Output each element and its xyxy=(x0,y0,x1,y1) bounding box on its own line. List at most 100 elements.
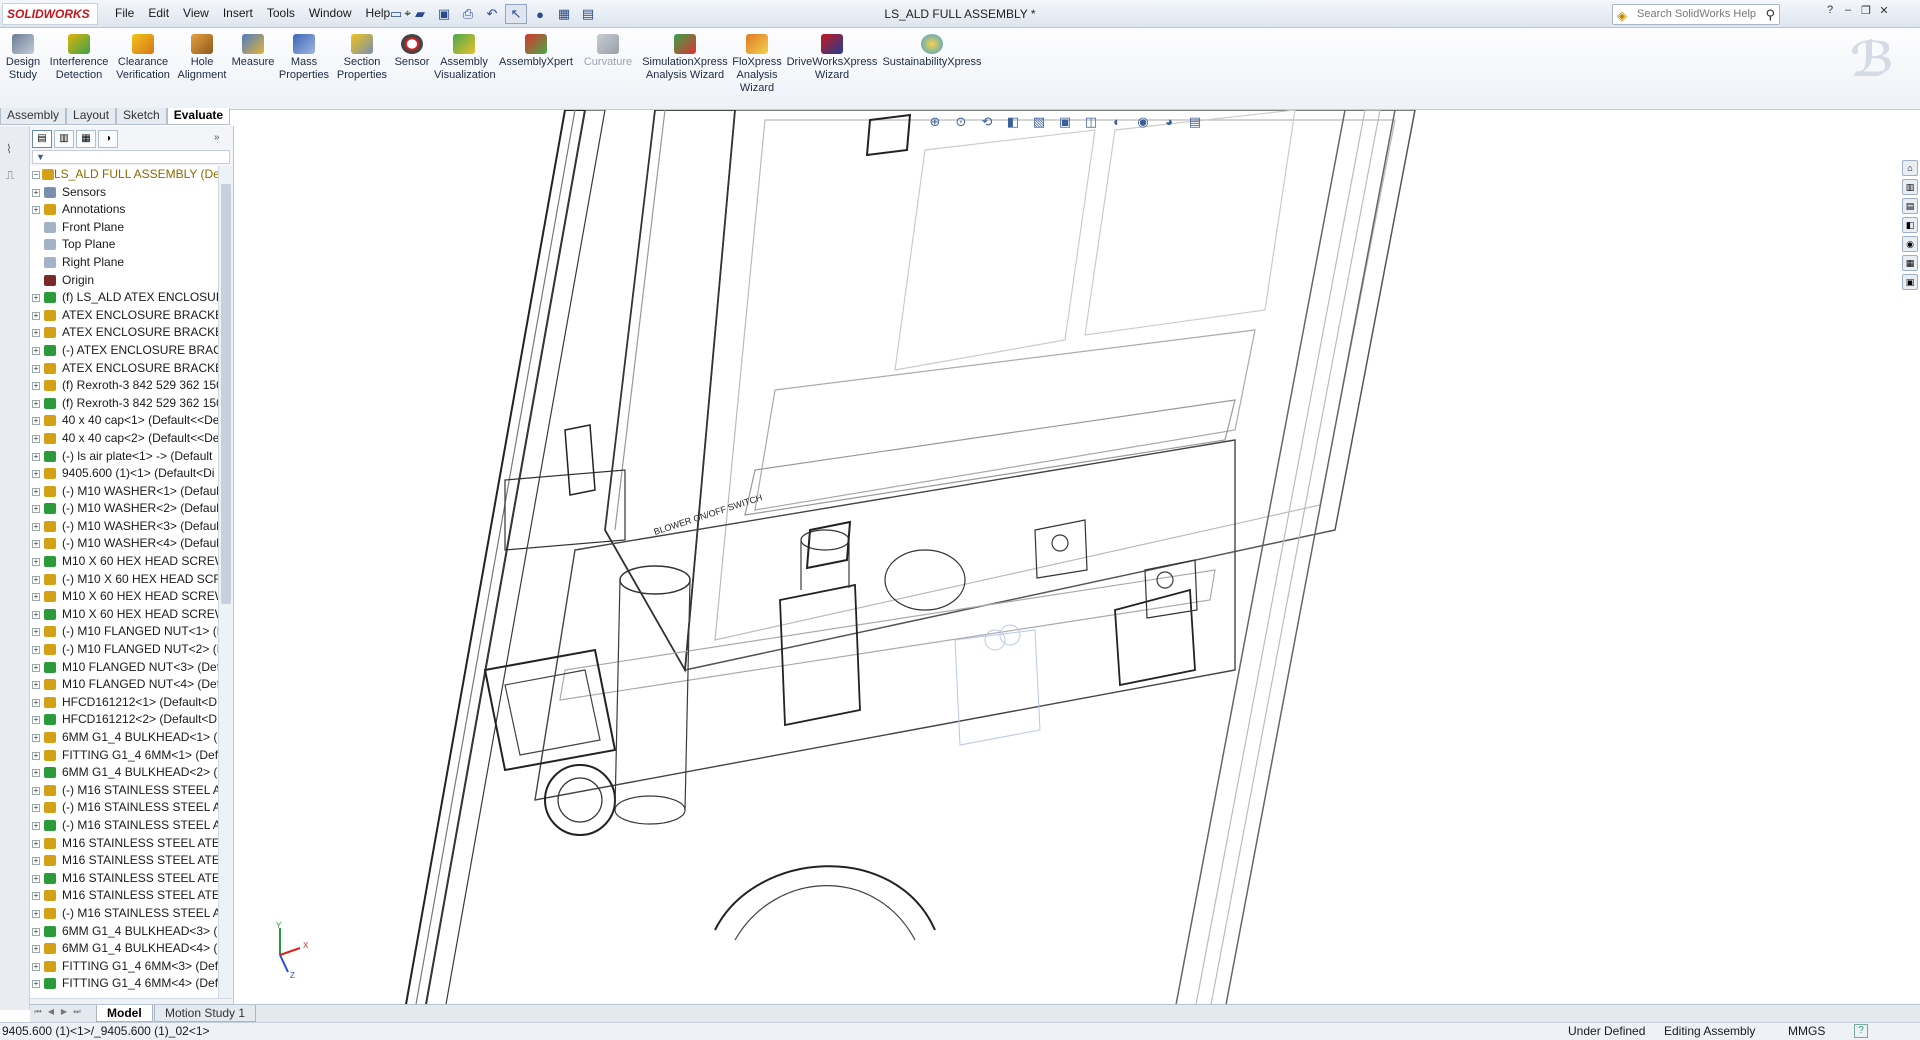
menu-tools[interactable]: Tools xyxy=(260,6,302,21)
expand-icon[interactable]: + xyxy=(32,294,40,303)
tree-item[interactable]: + (-) M16 STAINLESS STEEL ATE xyxy=(30,905,218,923)
tree-item[interactable]: + (f) Rexroth-3 842 529 362 150 xyxy=(30,377,218,395)
tree-item[interactable]: + FITTING G1_4 6MM<1> (Defa xyxy=(30,747,218,765)
first-tab-icon[interactable]: ⏮ xyxy=(32,1007,44,1019)
view-palette-icon[interactable]: ◧ xyxy=(1902,217,1918,233)
tree-item[interactable]: +40 x 40 cap<1> (Default<<De xyxy=(30,412,218,430)
search-icon[interactable]: ⚲ xyxy=(1765,5,1775,24)
display-manager-tab-icon[interactable]: ◑ xyxy=(98,130,118,148)
expand-icon[interactable]: + xyxy=(32,346,40,355)
tree-filter-input[interactable]: ▼ xyxy=(32,150,230,164)
expand-icon[interactable]: + xyxy=(32,470,40,479)
open-icon[interactable]: ▰ xyxy=(409,4,431,24)
menu-insert[interactable]: Insert xyxy=(216,6,260,21)
tree-item[interactable]: Right Plane xyxy=(30,254,218,272)
undo-icon[interactable]: ↶ xyxy=(481,4,503,24)
file-explorer-icon[interactable]: ▤ xyxy=(1902,198,1918,214)
hide-show-icon[interactable]: ◐ xyxy=(1107,114,1127,132)
interference-detection-button[interactable]: Interference Detection xyxy=(48,34,110,82)
tree-item[interactable]: +40 x 40 cap<2> (Default<<De xyxy=(30,430,218,448)
tree-item[interactable]: + M10 FLANGED NUT<4> (Defa xyxy=(30,676,218,694)
driveworksxpress-button[interactable]: DriveWorksXpress Wizard xyxy=(786,34,878,82)
scene-icon[interactable]: ◕ xyxy=(1159,114,1179,132)
measure-button[interactable]: Measure xyxy=(230,34,276,69)
expand-icon[interactable]: + xyxy=(32,593,40,602)
collapse-icon[interactable]: − xyxy=(32,171,40,179)
tab-model[interactable]: Model xyxy=(96,1005,153,1022)
expand-icon[interactable]: + xyxy=(32,839,40,848)
expand-icon[interactable]: + xyxy=(32,311,40,320)
tree-item[interactable]: + Sensors xyxy=(30,184,218,202)
expand-icon[interactable]: + xyxy=(32,734,40,742)
tree-item[interactable]: +6MM G1_4 BULKHEAD<2> (D xyxy=(30,764,218,782)
last-tab-icon[interactable]: ⏭ xyxy=(71,1007,83,1019)
tree-item[interactable]: + M10 X 60 HEX HEAD SCREW- xyxy=(30,553,218,571)
select-icon[interactable]: ↖ xyxy=(505,4,527,24)
clearance-verification-button[interactable]: Clearance Verification xyxy=(114,34,172,82)
tree-root-assembly[interactable]: − LS_ALD FULL ASSEMBLY (Def xyxy=(30,166,218,184)
quick-tips-icon[interactable]: ? xyxy=(1854,1024,1868,1038)
expand-panel-icon[interactable]: » xyxy=(214,132,220,143)
tree-scrollbar[interactable] xyxy=(218,166,232,998)
expand-icon[interactable]: + xyxy=(32,329,40,338)
tab-layout[interactable]: Layout xyxy=(66,108,117,125)
display-style-icon[interactable]: ◫ xyxy=(1081,114,1101,132)
expand-icon[interactable]: + xyxy=(32,962,40,971)
edit-appearance-icon[interactable]: ◉ xyxy=(1133,114,1153,132)
tree-item[interactable]: + M16 STAINLESS STEEL ATEX ( xyxy=(30,852,218,870)
tree-item[interactable]: + HFCD161212<2> (Default<D xyxy=(30,711,218,729)
expand-icon[interactable]: + xyxy=(32,206,40,215)
tree-item[interactable]: + ATEX ENCLOSURE BRACKET 2 xyxy=(30,307,218,325)
step-icon[interactable]: ⎍ xyxy=(6,168,24,182)
expand-icon[interactable]: + xyxy=(32,540,40,549)
options-icon[interactable]: ▤ xyxy=(577,4,599,24)
tree-item[interactable]: + ATEX ENCLOSURE BRACKET 2 xyxy=(30,360,218,378)
expand-icon[interactable]: + xyxy=(32,417,40,426)
expand-icon[interactable]: + xyxy=(32,769,40,778)
tree-item[interactable]: + (-) ATEX ENCLOSURE BRACKE xyxy=(30,342,218,360)
expand-icon[interactable]: + xyxy=(32,927,40,936)
expand-icon[interactable]: + xyxy=(32,716,40,725)
tree-item[interactable]: + (-) M16 STAINLESS STEEL ATE xyxy=(30,799,218,817)
tree-item[interactable]: + FITTING G1_4 6MM<4> (Defa xyxy=(30,975,218,993)
expand-icon[interactable]: + xyxy=(32,857,40,866)
property-manager-tab-icon[interactable]: ▥ xyxy=(54,130,74,148)
assembly-visualization-button[interactable]: Assembly Visualization xyxy=(434,34,496,82)
rebuild-icon[interactable]: ● xyxy=(529,4,551,24)
expand-icon[interactable]: + xyxy=(32,874,40,883)
tree-item[interactable]: +6MM G1_4 BULKHEAD<4> (D xyxy=(30,940,218,958)
expand-icon[interactable]: + xyxy=(32,399,40,408)
tree-item[interactable]: +6MM G1_4 BULKHEAD<1> (D xyxy=(30,729,218,747)
tree-item[interactable]: + (-) M10 FLANGED NUT<1> (D xyxy=(30,623,218,641)
expand-icon[interactable]: + xyxy=(32,434,40,443)
dynamic-annotation-icon[interactable]: ▧ xyxy=(1029,114,1049,132)
feature-manager-tab-icon[interactable]: ▤ xyxy=(32,130,52,148)
expand-icon[interactable]: + xyxy=(32,698,40,707)
view-settings-icon[interactable]: ▤ xyxy=(1185,114,1205,132)
appearances-icon[interactable]: ◉ xyxy=(1902,236,1918,252)
tree-item[interactable]: + Annotations xyxy=(30,201,218,219)
search-results-icon[interactable]: ▣ xyxy=(1902,274,1918,290)
previous-view-icon[interactable]: ⟲ xyxy=(977,114,997,132)
tree-item[interactable]: + ATEX ENCLOSURE BRACKET 2 xyxy=(30,324,218,342)
view-orientation-icon[interactable]: ▣ xyxy=(1055,114,1075,132)
expand-icon[interactable]: + xyxy=(32,628,40,637)
help-menu-icon[interactable]: ? xyxy=(1822,4,1838,20)
expand-icon[interactable]: + xyxy=(32,681,40,690)
expand-icon[interactable]: + xyxy=(32,909,40,918)
tree-item[interactable]: + (f) Rexroth-3 842 529 362 150 xyxy=(30,395,218,413)
design-study-button[interactable]: Design Study xyxy=(4,34,42,82)
tab-evaluate[interactable]: Evaluate xyxy=(166,108,231,125)
expand-icon[interactable]: + xyxy=(32,663,40,672)
expand-icon[interactable]: + xyxy=(32,522,40,531)
file-properties-icon[interactable]: ▦ xyxy=(553,4,575,24)
expand-icon[interactable]: + xyxy=(32,452,40,461)
tree-item[interactable]: + (-) M10 FLANGED NUT<2> (D xyxy=(30,641,218,659)
mass-properties-button[interactable]: Mass Properties xyxy=(278,34,330,82)
solidworks-resources-icon[interactable]: ⌂ xyxy=(1902,160,1918,176)
tree-item[interactable]: + (-) M10 WASHER<2> (Defaul xyxy=(30,500,218,518)
sensor-button[interactable]: Sensor xyxy=(392,34,432,69)
tree-item[interactable]: + (-) ls air plate<1> -> (Default xyxy=(30,448,218,466)
restore-icon[interactable]: ❐ xyxy=(1858,4,1874,20)
tree-item[interactable]: + (-) M16 STAINLESS STEEL ATE xyxy=(30,782,218,800)
